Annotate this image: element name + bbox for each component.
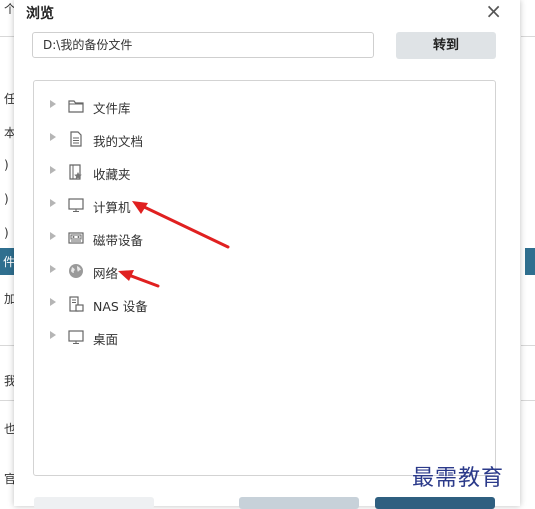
divider bbox=[521, 36, 535, 37]
network-globe-icon bbox=[69, 264, 83, 278]
expand-arrow-icon[interactable] bbox=[50, 265, 56, 273]
tree-item-label: 网络 bbox=[93, 266, 119, 281]
background-text: ) bbox=[4, 226, 9, 240]
background-text: ) bbox=[4, 192, 9, 206]
tree-item-label: 我的文档 bbox=[93, 134, 144, 149]
desktop-icon bbox=[68, 330, 84, 344]
bottom-button-left[interactable] bbox=[34, 497, 154, 509]
tree-item-label: NAS 设备 bbox=[93, 299, 148, 314]
tree-item-label: 桌面 bbox=[93, 332, 119, 347]
document-icon bbox=[70, 131, 82, 147]
close-icon[interactable]: × bbox=[485, 0, 502, 22]
tree-item-label: 收藏夹 bbox=[93, 167, 131, 182]
divider bbox=[0, 36, 14, 37]
expand-arrow-icon[interactable] bbox=[50, 331, 56, 339]
expand-arrow-icon[interactable] bbox=[50, 232, 56, 240]
tree-item-favorites[interactable]: 收藏夹 bbox=[34, 161, 334, 183]
tree-item-label: 计算机 bbox=[93, 200, 131, 215]
favorites-icon bbox=[69, 164, 82, 180]
tree-item-nas-device[interactable]: NAS 设备 bbox=[34, 293, 334, 315]
browse-dialog: 浏览 × D:\我的备份文件 转到 文件库 我的文档 收藏夹 计算机 磁带设备 … bbox=[14, 0, 520, 509]
tree-item-tape-device[interactable]: 磁带设备 bbox=[34, 227, 334, 249]
bottom-button-primary[interactable] bbox=[375, 497, 495, 509]
divider bbox=[0, 400, 14, 401]
divider bbox=[521, 345, 535, 346]
background-selected-row bbox=[525, 248, 535, 275]
bottom-button-middle[interactable] bbox=[239, 497, 359, 509]
background-text: ) bbox=[4, 158, 9, 172]
tape-device-icon bbox=[68, 232, 84, 244]
divider bbox=[0, 345, 14, 346]
tree-item-library[interactable]: 文件库 bbox=[34, 95, 334, 117]
dialog-title: 浏览 bbox=[26, 6, 54, 22]
expand-arrow-icon[interactable] bbox=[50, 199, 56, 207]
expand-arrow-icon[interactable] bbox=[50, 166, 56, 174]
expand-arrow-icon[interactable] bbox=[50, 133, 56, 141]
computer-icon bbox=[68, 198, 84, 212]
goto-button[interactable]: 转到 bbox=[396, 32, 496, 59]
expand-arrow-icon[interactable] bbox=[50, 298, 56, 306]
expand-arrow-icon[interactable] bbox=[50, 100, 56, 108]
background-window-right bbox=[521, 0, 535, 506]
divider bbox=[521, 400, 535, 401]
background-window-left: 个 任 本 ) ) ) 件 加 我 也 官 bbox=[0, 0, 16, 506]
background-selected-row: 件 bbox=[0, 248, 15, 275]
tree-item-label: 文件库 bbox=[93, 101, 131, 116]
tree-item-label: 磁带设备 bbox=[93, 233, 144, 248]
tree-item-network[interactable]: 网络 bbox=[34, 260, 334, 282]
tree-item-my-documents[interactable]: 我的文档 bbox=[34, 128, 334, 150]
folder-icon bbox=[68, 100, 84, 113]
tree-item-computer[interactable]: 计算机 bbox=[34, 194, 334, 216]
location-tree: 文件库 我的文档 收藏夹 计算机 磁带设备 网络 NAS 设备 桌面 bbox=[33, 80, 496, 476]
path-input[interactable]: D:\我的备份文件 bbox=[32, 32, 374, 58]
watermark-text: 最需教育 bbox=[412, 466, 505, 491]
nas-device-icon bbox=[69, 296, 84, 312]
tree-item-desktop[interactable]: 桌面 bbox=[34, 326, 334, 348]
